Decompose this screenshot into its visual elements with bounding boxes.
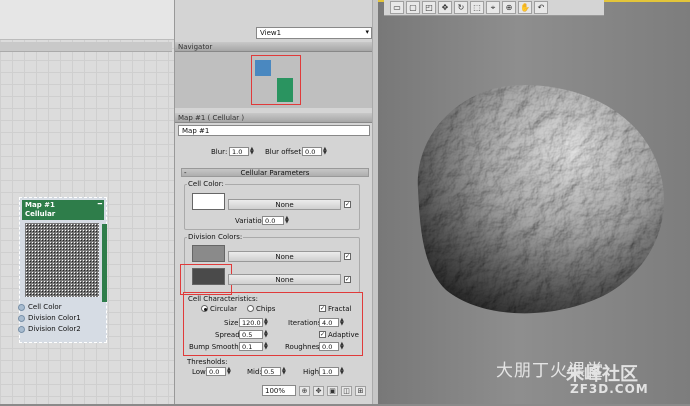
spread-label: Spread:: [215, 331, 243, 339]
navigator-node-thumb: [277, 78, 293, 102]
select-region-icon[interactable]: ▢: [406, 1, 420, 14]
minus-icon[interactable]: -: [184, 169, 187, 177]
division-color2-map-button[interactable]: None: [228, 274, 341, 285]
scale-icon[interactable]: ⬚: [470, 1, 484, 14]
cell-color-map-button[interactable]: None: [228, 199, 341, 210]
blur-label: Blur:: [211, 148, 228, 156]
cell-color-swatch[interactable]: [192, 193, 225, 210]
spread-input[interactable]: 0.5: [239, 330, 263, 339]
spinner-arrows-icon[interactable]: ▲ ▼: [250, 147, 255, 156]
circular-label: Circular: [210, 305, 237, 313]
slot-division-color1[interactable]: Division Color1: [18, 313, 104, 323]
division-color1-map-button[interactable]: None: [228, 251, 341, 262]
slot-socket-icon[interactable]: [18, 325, 25, 333]
watermark: 大朋丁火课堂 朱峰社区 ZF3D.COM: [496, 352, 686, 400]
roughness-input[interactable]: 0.0: [319, 342, 339, 351]
iterations-input[interactable]: 4.0: [319, 318, 339, 327]
blur-input[interactable]: 1.0: [229, 147, 249, 156]
window-crossing-icon[interactable]: ◰: [422, 1, 436, 14]
navigator-title: Navigator: [175, 42, 372, 52]
division-color2-highlight: [180, 264, 232, 295]
spinner-arrows-icon[interactable]: ▲ ▼: [340, 342, 345, 351]
blur-offset-input[interactable]: 0.0: [302, 147, 322, 156]
node-collapse-icon[interactable]: ━: [98, 200, 102, 209]
zoom-region-icon[interactable]: ▣: [327, 385, 338, 396]
cell-color-map-checkbox[interactable]: ✓: [344, 201, 351, 208]
editor-status-bar: 100% ⊕ ✥ ▣ ◫ ⊞: [262, 384, 372, 397]
chevron-down-icon[interactable]: ▾: [365, 28, 369, 36]
cellular-parameters-rollout[interactable]: - Cellular Parameters: [181, 168, 369, 177]
move-icon[interactable]: ✥: [438, 1, 452, 14]
node-type: Cellular: [25, 210, 56, 218]
undo-icon[interactable]: ↶: [534, 1, 548, 14]
cell-color-group-label: Cell Color:: [187, 180, 225, 188]
3d-viewport[interactable]: [378, 0, 690, 404]
main-toolbar: ▭ ▢ ◰ ✥ ↻ ⬚ ⌖ ⊕ ✋ ↶: [384, 0, 604, 16]
spinner-arrows-icon[interactable]: ▲ ▼: [264, 318, 269, 327]
spinner-arrows-icon[interactable]: ▲ ▼: [323, 147, 328, 156]
adaptive-checkbox[interactable]: ✓: [319, 331, 326, 338]
cell-characteristics-label: Cell Characteristics:: [187, 295, 260, 303]
pan-icon[interactable]: ✥: [313, 385, 324, 396]
navigator-node-thumb: [255, 60, 271, 76]
division-color1-checkbox[interactable]: ✓: [344, 253, 351, 260]
editor-view-tab[interactable]: [0, 42, 172, 52]
division-colors-group-label: Division Colors:: [187, 233, 244, 241]
view-selector[interactable]: View1 ▾: [256, 27, 372, 39]
spinner-arrows-icon[interactable]: ▲ ▼: [227, 367, 232, 376]
slot-socket-icon[interactable]: [18, 303, 25, 311]
map-name-field[interactable]: Map #1: [178, 125, 370, 136]
zoom-icon[interactable]: ⊕: [299, 385, 310, 396]
watermark-text-3: ZF3D.COM: [570, 382, 649, 396]
snap-icon[interactable]: ⊕: [502, 1, 516, 14]
spinner-arrows-icon[interactable]: ▲ ▼: [340, 367, 345, 376]
chips-label: Chips: [256, 305, 276, 313]
mid-input[interactable]: 0.5: [261, 367, 281, 376]
reference-icon[interactable]: ⌖: [486, 1, 500, 14]
division-color1-swatch[interactable]: [192, 245, 225, 262]
hand-icon[interactable]: ✋: [518, 1, 532, 14]
rotate-icon[interactable]: ↻: [454, 1, 468, 14]
zoom-selector[interactable]: 100%: [262, 385, 296, 396]
adaptive-label: Adaptive: [328, 331, 359, 339]
spinner-arrows-icon[interactable]: ▲ ▼: [340, 318, 345, 327]
slot-division-color2[interactable]: Division Color2: [18, 324, 104, 334]
slot-cell-color[interactable]: Cell Color: [18, 302, 104, 312]
variation-input[interactable]: 0.0: [262, 216, 284, 225]
fractal-label: Fractal: [328, 305, 352, 313]
spinner-arrows-icon[interactable]: ▲ ▼: [285, 216, 290, 225]
zoom-extents-icon[interactable]: ◫: [341, 385, 352, 396]
spinner-arrows-icon[interactable]: ▲ ▼: [282, 367, 287, 376]
size-input[interactable]: 120.0: [239, 318, 263, 327]
node-output-socket[interactable]: [102, 224, 107, 302]
blur-offset-label: Blur offset:: [265, 148, 304, 156]
select-icon[interactable]: ▭: [390, 1, 404, 14]
bump-smoothing-input[interactable]: 0.1: [239, 342, 263, 351]
spinner-arrows-icon[interactable]: ▲ ▼: [264, 330, 269, 339]
slot-socket-icon[interactable]: [18, 314, 25, 322]
circular-radio[interactable]: [201, 305, 208, 312]
chips-radio[interactable]: [247, 305, 254, 312]
frame-icon[interactable]: ⊞: [355, 385, 366, 396]
spinner-arrows-icon[interactable]: ▲ ▼: [264, 342, 269, 351]
high-input[interactable]: 1.0: [319, 367, 339, 376]
division-color2-checkbox[interactable]: ✓: [344, 276, 351, 283]
editor-top-area: [0, 0, 174, 40]
node-preview-thumbnail: [25, 223, 99, 297]
low-input[interactable]: 0.0: [206, 367, 226, 376]
rock-render: [417, 85, 665, 314]
thresholds-label: Thresholds:: [187, 358, 228, 366]
parameter-panel-title: Map #1 ( Cellular ): [175, 113, 372, 123]
fractal-checkbox[interactable]: ✓: [319, 305, 326, 312]
mid-label: Mid:: [247, 368, 262, 376]
node-title: Map #1: [25, 201, 55, 209]
node-header[interactable]: Map #1 Cellular ━: [22, 200, 104, 220]
